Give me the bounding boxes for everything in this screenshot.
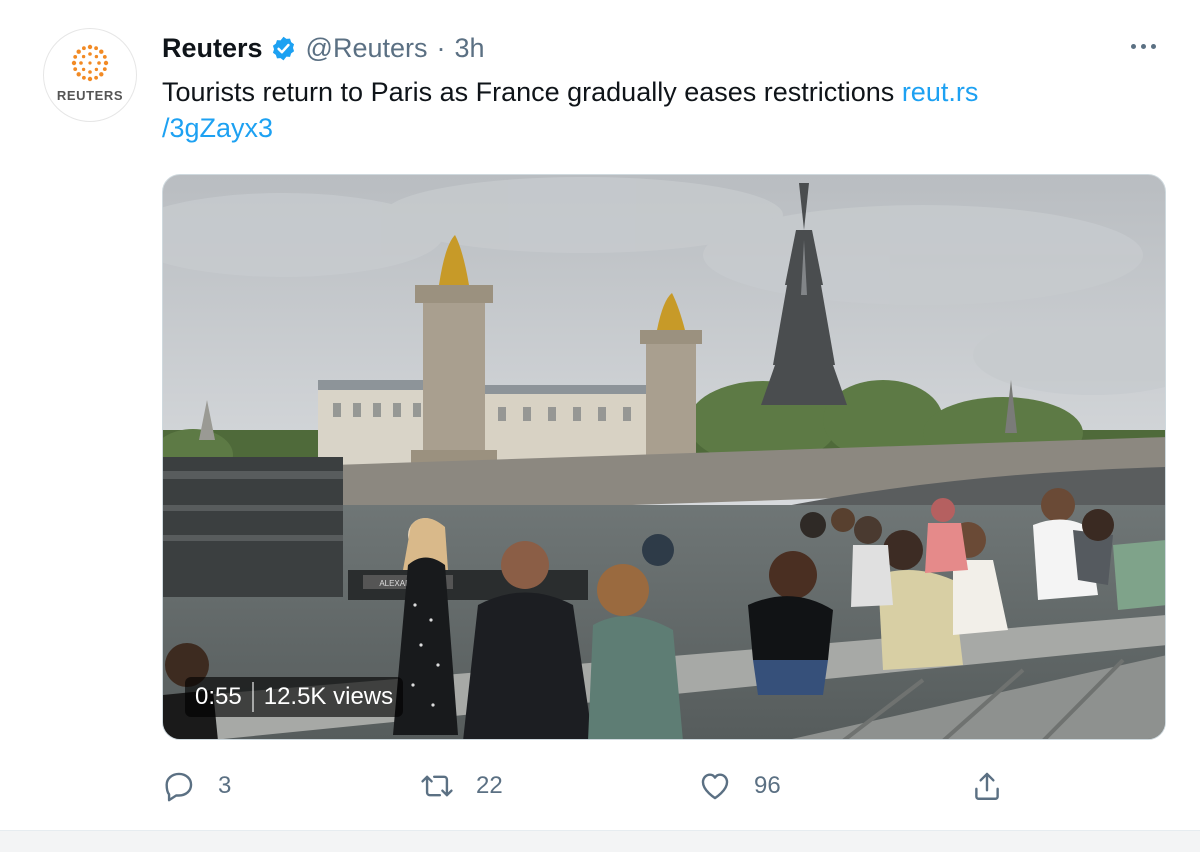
retweet-icon — [421, 775, 453, 797]
reply-count: 3 — [218, 772, 232, 799]
video-stats-overlay: 0:55 12.5K views — [185, 677, 404, 717]
like-count: 96 — [754, 772, 781, 799]
tweet-header: Reuters @Reuters · 3h — [162, 30, 485, 66]
tweet-link-line2: /3gZayx3 — [162, 113, 274, 143]
header-separator: · — [436, 32, 446, 63]
heart-icon — [701, 773, 729, 800]
share-button[interactable] — [970, 762, 1004, 810]
video-duration: 0:55 — [195, 683, 242, 710]
avatar-wordmark: REUTERS — [56, 88, 124, 103]
retweet-count: 22 — [476, 772, 503, 799]
reply-icon — [165, 772, 193, 802]
more-options-icon[interactable] — [1131, 44, 1156, 49]
action-bar: 3 22 96 — [162, 762, 1166, 810]
author-name[interactable]: Reuters — [162, 33, 263, 64]
tweet-card[interactable]: REUTERS Reuters @Reuters · 3h Tourists r… — [0, 0, 1200, 830]
tweet-body: Tourists return to Paris as France gradu… — [162, 77, 902, 107]
reuters-logo-icon — [71, 44, 109, 82]
tweet-link-line1: reut.rs — [901, 77, 979, 107]
reply-button[interactable]: 3 — [162, 762, 231, 810]
feed-separator — [0, 830, 1200, 852]
video-thumbnail: ALEXANDRE III — [163, 175, 1165, 739]
video-player[interactable]: ALEXANDRE III — [162, 174, 1166, 740]
tweet-text: Tourists return to Paris as France gradu… — [162, 74, 1152, 146]
like-button[interactable]: 96 — [698, 762, 781, 810]
author-handle[interactable]: @Reuters — [306, 33, 428, 64]
share-icon — [975, 772, 999, 800]
avatar[interactable]: REUTERS — [43, 28, 137, 122]
tweet-timestamp[interactable]: 3h — [455, 33, 485, 64]
retweet-button[interactable]: 22 — [420, 762, 503, 810]
overlay-divider — [251, 682, 254, 712]
video-views: 12.5K views — [263, 683, 394, 710]
verified-badge-icon — [272, 36, 294, 60]
